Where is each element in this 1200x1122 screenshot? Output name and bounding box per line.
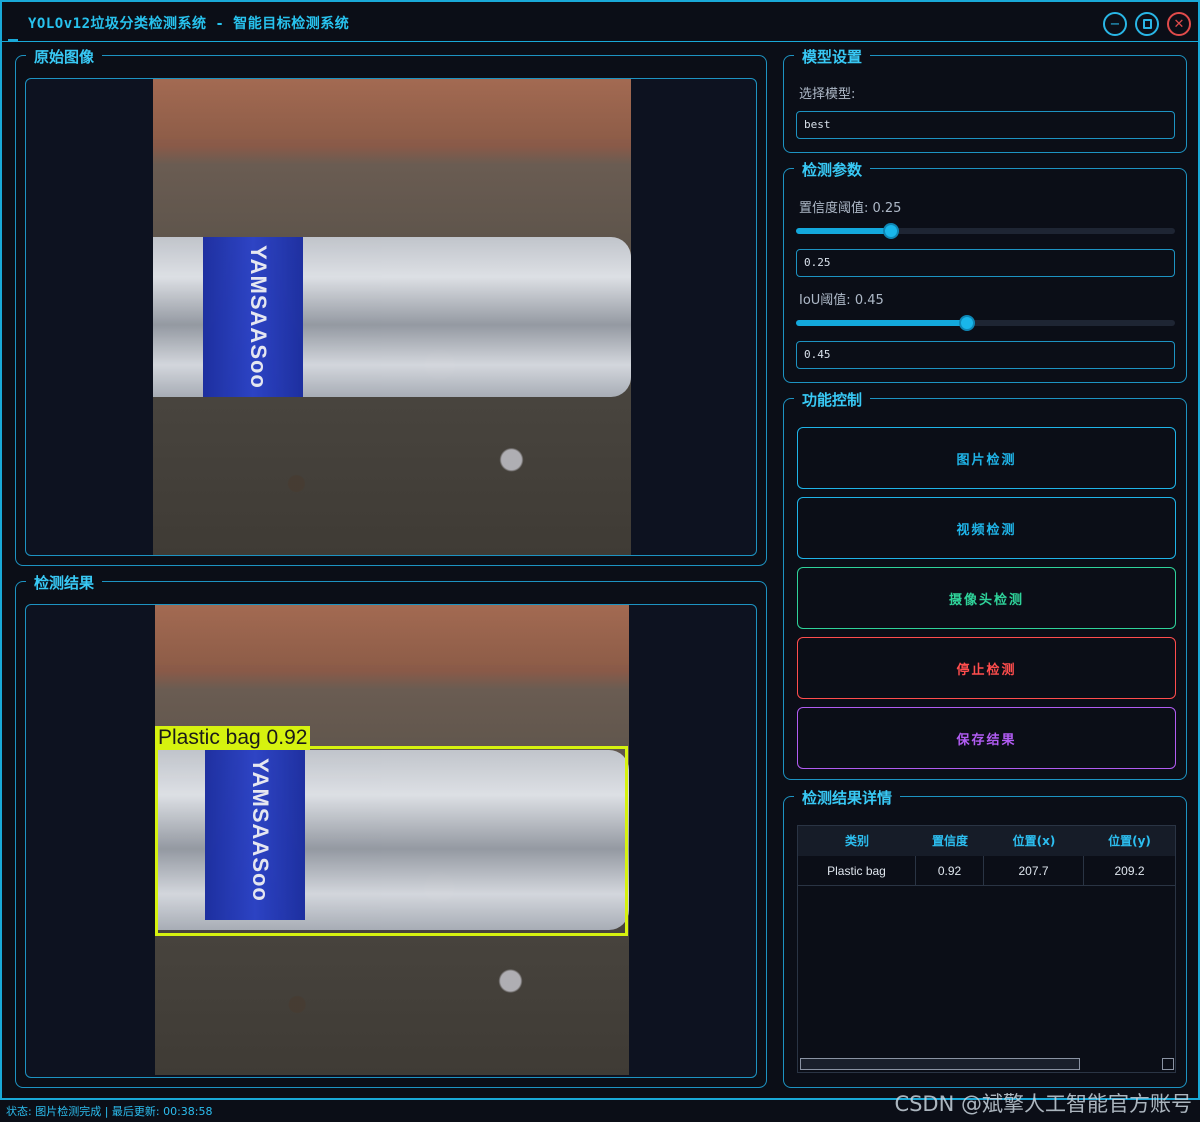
- brick-ledge: [155, 605, 629, 665]
- cell-confidence: 0.92: [916, 856, 984, 886]
- app-window: YOLOv12垃圾分类检测系统 - 智能目标检测系统 − ✕ 原始图像 YAMS…: [0, 0, 1200, 1100]
- cell-y: 209.2: [1084, 856, 1175, 886]
- title-bar: YOLOv12垃圾分类检测系统 - 智能目标检测系统 − ✕: [2, 2, 1198, 42]
- scrollbar-corner: [1162, 1058, 1174, 1070]
- close-button[interactable]: ✕: [1167, 12, 1191, 36]
- column-header-y[interactable]: 位置(y): [1084, 826, 1175, 856]
- detection-result-group: 检测结果 YAMSAASoo Plastic bag 0.92: [15, 572, 767, 1088]
- detection-details-group: 检测结果详情 类别 置信度 位置(x) 位置(y) Plastic bag 0.…: [783, 787, 1187, 1088]
- close-icon: ✕: [1173, 16, 1185, 32]
- iou-slider-handle[interactable]: [959, 315, 975, 331]
- original-image: YAMSAASoo: [153, 79, 631, 555]
- detection-details-title: 检测结果详情: [794, 787, 901, 808]
- minimize-icon: −: [1109, 16, 1121, 32]
- brick-ledge: [153, 79, 631, 139]
- bottle-shape: YAMSAASoo: [153, 237, 631, 397]
- function-controls-group: 功能控制 图片检测 视频检测 摄像头检测 停止检测 保存结果: [783, 389, 1187, 780]
- detection-result-title: 检测结果: [26, 572, 103, 593]
- bottle-label-band: YAMSAASoo: [203, 237, 303, 397]
- watermark: CSDN @斌擎人工智能官方账号: [894, 1092, 1192, 1116]
- original-image-group: 原始图像 YAMSAASoo: [15, 46, 767, 566]
- detection-image: YAMSAASoo Plastic bag 0.92: [155, 605, 629, 1075]
- confidence-slider-fill: [796, 228, 891, 234]
- maximize-button[interactable]: [1135, 12, 1159, 36]
- save-results-button[interactable]: 保存结果: [797, 707, 1176, 769]
- iou-slider[interactable]: [796, 315, 1175, 331]
- original-image-frame: YAMSAASoo: [25, 78, 757, 556]
- cell-class: Plastic bag: [798, 856, 916, 886]
- column-header-x[interactable]: 位置(x): [984, 826, 1084, 856]
- model-settings-group: 模型设置 选择模型: best: [783, 46, 1187, 153]
- model-select[interactable]: best: [796, 111, 1175, 139]
- confidence-input[interactable]: 0.25: [796, 249, 1175, 277]
- maximize-icon: [1142, 19, 1152, 29]
- table-header: 类别 置信度 位置(x) 位置(y): [798, 826, 1175, 856]
- cell-x: 207.7: [984, 856, 1084, 886]
- image-detect-button[interactable]: 图片检测: [797, 427, 1176, 489]
- iou-slider-fill: [796, 320, 967, 326]
- results-table[interactable]: 类别 置信度 位置(x) 位置(y) Plastic bag 0.92 207.…: [797, 825, 1176, 1073]
- column-header-confidence[interactable]: 置信度: [916, 826, 984, 856]
- detection-bounding-box: [155, 746, 628, 936]
- detection-result-frame: YAMSAASoo Plastic bag 0.92: [25, 604, 757, 1078]
- detection-label: Plastic bag 0.92: [155, 726, 311, 750]
- original-image-title: 原始图像: [26, 46, 103, 67]
- model-settings-title: 模型设置: [794, 46, 871, 67]
- bottle-label-text: YAMSAASoo: [246, 245, 271, 389]
- function-controls-title: 功能控制: [794, 389, 871, 410]
- confidence-slider-handle[interactable]: [883, 223, 899, 239]
- column-header-class[interactable]: 类别: [798, 826, 916, 856]
- minimize-button[interactable]: −: [1103, 12, 1127, 36]
- title-accent: [8, 39, 18, 41]
- stop-detect-button[interactable]: 停止检测: [797, 637, 1176, 699]
- iou-input[interactable]: 0.45: [796, 341, 1175, 369]
- confidence-label: 置信度阈值: 0.25: [799, 201, 902, 216]
- confidence-slider[interactable]: [796, 223, 1175, 239]
- scrollbar-thumb[interactable]: [800, 1058, 1080, 1070]
- iou-label: IoU阈值: 0.45: [799, 293, 884, 308]
- camera-detect-button[interactable]: 摄像头检测: [797, 567, 1176, 629]
- window-title: YOLOv12垃圾分类检测系统 - 智能目标检测系统: [28, 16, 350, 32]
- detection-params-group: 检测参数 置信度阈值: 0.25 0.25 IoU阈值: 0.45 0.45: [783, 159, 1187, 383]
- video-detect-button[interactable]: 视频检测: [797, 497, 1176, 559]
- detection-params-title: 检测参数: [794, 159, 871, 180]
- model-select-label: 选择模型:: [799, 87, 856, 102]
- table-horizontal-scrollbar[interactable]: [800, 1058, 1174, 1070]
